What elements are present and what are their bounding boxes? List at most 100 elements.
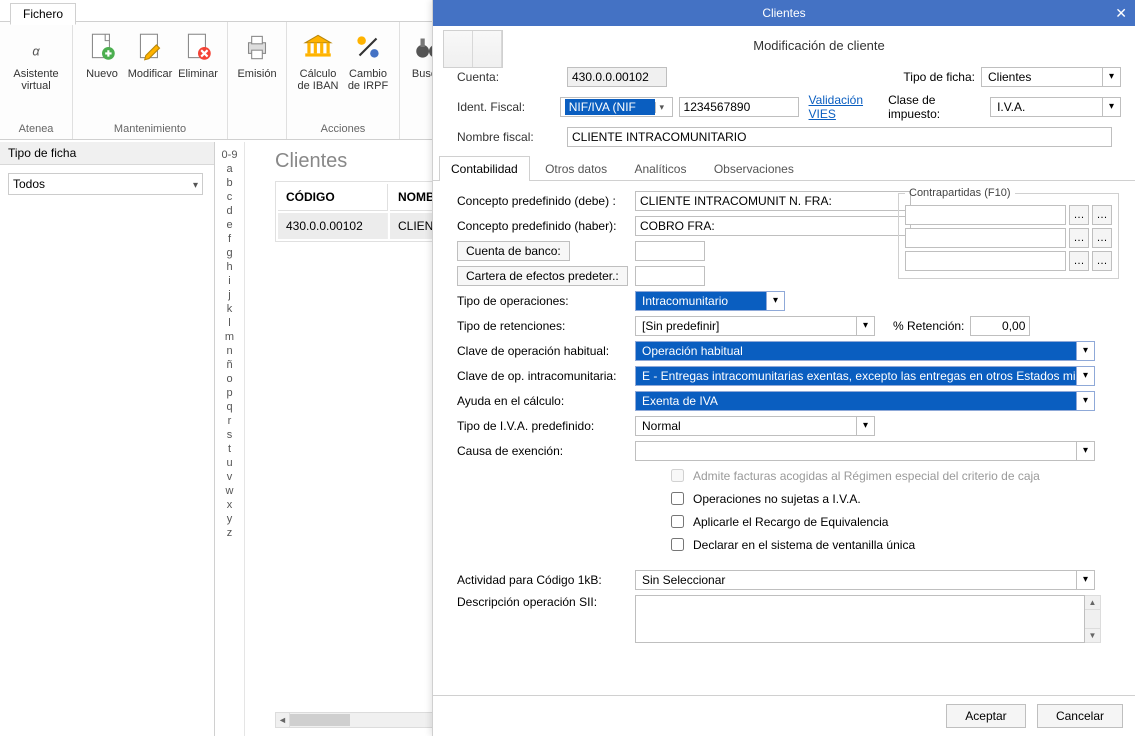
dialog-thumb-icon <box>443 30 503 68</box>
contrapartida-3[interactable] <box>905 251 1066 271</box>
alpha-u[interactable]: u <box>215 456 244 470</box>
chk-no-sujetas-iva[interactable]: Operaciones no sujetas a I.V.A. <box>667 489 1121 508</box>
clave-hab-label: Clave de operación habitual: <box>457 344 635 358</box>
cuenta-banco-field[interactable] <box>635 241 705 261</box>
tipo-op-combo[interactable]: Intracomunitario▾ <box>635 291 785 311</box>
ribbon-calculo-iban[interactable]: Cálculo de IBAN <box>293 26 343 121</box>
aceptar-button[interactable]: Aceptar <box>946 704 1025 728</box>
alpha-0-9[interactable]: 0-9 <box>215 148 244 162</box>
alpha-p[interactable]: p <box>215 386 244 400</box>
cancelar-button[interactable]: Cancelar <box>1037 704 1123 728</box>
causa-exencion-combo[interactable]: ▾ <box>635 441 1095 461</box>
textarea-scrollbar[interactable]: ▲▼ <box>1085 595 1101 643</box>
alpha-e[interactable]: e <box>215 218 244 232</box>
ribbon-emision[interactable]: Emisión <box>234 26 280 121</box>
alpha-a[interactable]: a <box>215 162 244 176</box>
scroll-left-icon[interactable]: ◄ <box>276 713 290 727</box>
clase-impuesto-combo[interactable]: I.V.A.▾ <box>990 97 1121 117</box>
alpha-t[interactable]: t <box>215 442 244 456</box>
alpha-q[interactable]: q <box>215 400 244 414</box>
cuenta-label: Cuenta: <box>457 70 567 84</box>
alpha-b[interactable]: b <box>215 176 244 190</box>
actividad-1kb-combo[interactable]: Sin Seleccionar▾ <box>635 570 1095 590</box>
actividad-1kb-label: Actividad para Código 1kB: <box>457 573 635 587</box>
scroll-up-icon[interactable]: ▲ <box>1085 596 1100 610</box>
contrapartida-2[interactable] <box>905 228 1066 248</box>
alpha-y[interactable]: y <box>215 512 244 526</box>
tab-otros-datos[interactable]: Otros datos <box>533 156 619 181</box>
ribbon-asistente-virtual[interactable]: α Asistente virtual <box>6 26 66 121</box>
conc-debe-field[interactable] <box>635 191 911 211</box>
checkbox[interactable] <box>671 492 684 505</box>
alpha-f[interactable]: f <box>215 232 244 246</box>
lookup-button[interactable]: … <box>1069 251 1089 271</box>
alpha-w[interactable]: w <box>215 484 244 498</box>
tab-contabilidad[interactable]: Contabilidad <box>439 156 530 181</box>
ribbon-cambio-irpf[interactable]: Cambio de IRPF <box>343 26 393 121</box>
lookup-button[interactable]: … <box>1092 251 1112 271</box>
ayuda-calc-combo[interactable]: Exenta de IVA▾ <box>635 391 1095 411</box>
conc-haber-field[interactable] <box>635 216 911 236</box>
alpha-i[interactable]: i <box>215 274 244 288</box>
chevron-down-icon: ▾ <box>856 317 874 335</box>
alpha-ñ[interactable]: ñ <box>215 358 244 372</box>
alpha-r[interactable]: r <box>215 414 244 428</box>
contrapartida-1[interactable] <box>905 205 1066 225</box>
checkbox[interactable] <box>671 538 684 551</box>
chk-ventanilla-unica[interactable]: Declarar en el sistema de ventanilla úni… <box>667 535 1121 554</box>
alpha-o[interactable]: o <box>215 372 244 386</box>
alpha-v[interactable]: v <box>215 470 244 484</box>
alpha-n[interactable]: n <box>215 344 244 358</box>
iva-pred-combo[interactable]: Normal▾ <box>635 416 875 436</box>
tab-observaciones[interactable]: Observaciones <box>702 156 806 181</box>
alpha-s[interactable]: s <box>215 428 244 442</box>
alpha-j[interactable]: j <box>215 288 244 302</box>
alpha-h[interactable]: h <box>215 260 244 274</box>
dialog-tabs: Contabilidad Otros datos Analíticos Obse… <box>433 155 1135 181</box>
cartera-field[interactable] <box>635 266 705 286</box>
lookup-button[interactable]: … <box>1092 228 1112 248</box>
tab-analiticos[interactable]: Analíticos <box>622 156 698 181</box>
col-codigo[interactable]: CÓDIGO <box>278 184 388 211</box>
ident-value-field[interactable] <box>679 97 799 117</box>
scroll-thumb[interactable] <box>290 714 350 726</box>
ribbon-eliminar[interactable]: Eliminar <box>175 26 221 121</box>
close-icon[interactable]: ✕ <box>1115 0 1127 26</box>
cartera-button[interactable]: Cartera de efectos predeter.: <box>457 266 628 286</box>
ribbon-label: Eliminar <box>177 68 219 80</box>
ribbon-modificar[interactable]: Modificar <box>125 26 175 121</box>
clave-intra-combo[interactable]: E - Entregas intracomunitarias exentas, … <box>635 366 1095 386</box>
tipo-ret-label: Tipo de retenciones: <box>457 319 635 333</box>
alpha-m[interactable]: m <box>215 330 244 344</box>
ident-type-combo[interactable]: NIF/IVA (NIF operad▾ <box>560 97 673 117</box>
tipo-ficha-combo[interactable]: Clientes▾ <box>981 67 1121 87</box>
checkbox[interactable] <box>671 515 684 528</box>
validacion-vies-link[interactable]: Validación VIES <box>809 93 889 121</box>
clave-hab-combo[interactable]: Operación habitual▾ <box>635 341 1095 361</box>
chk-recargo-equivalencia[interactable]: Aplicarle el Recargo de Equivalencia <box>667 512 1121 531</box>
doc-del-icon <box>181 30 215 64</box>
pct-ret-label: % Retención: <box>893 319 964 333</box>
pct-ret-field[interactable] <box>970 316 1030 336</box>
scroll-down-icon[interactable]: ▼ <box>1085 628 1100 642</box>
desc-sii-textarea[interactable] <box>635 595 1085 643</box>
lookup-button[interactable]: … <box>1069 205 1089 225</box>
alpha-l[interactable]: l <box>215 316 244 330</box>
lookup-button[interactable]: … <box>1092 205 1112 225</box>
clave-intra-text: E - Entregas intracomunitarias exentas, … <box>636 367 1076 385</box>
nombre-fiscal-field[interactable] <box>567 127 1112 147</box>
alpha-x[interactable]: x <box>215 498 244 512</box>
ribbon-nuevo[interactable]: Nuevo <box>79 26 125 121</box>
chk-criterio-caja: Admite facturas acogidas al Régimen espe… <box>667 466 1121 485</box>
menu-tab-fichero[interactable]: Fichero <box>10 3 76 25</box>
tipo-ret-combo[interactable]: [Sin predefinir]▾ <box>635 316 875 336</box>
causa-exencion-label: Causa de exención: <box>457 444 635 458</box>
cuenta-banco-button[interactable]: Cuenta de banco: <box>457 241 570 261</box>
alpha-k[interactable]: k <box>215 302 244 316</box>
alpha-z[interactable]: z <box>215 526 244 540</box>
alpha-c[interactable]: c <box>215 190 244 204</box>
lookup-button[interactable]: … <box>1069 228 1089 248</box>
tipo-ficha-select[interactable]: Todos <box>8 173 203 195</box>
alpha-d[interactable]: d <box>215 204 244 218</box>
alpha-g[interactable]: g <box>215 246 244 260</box>
